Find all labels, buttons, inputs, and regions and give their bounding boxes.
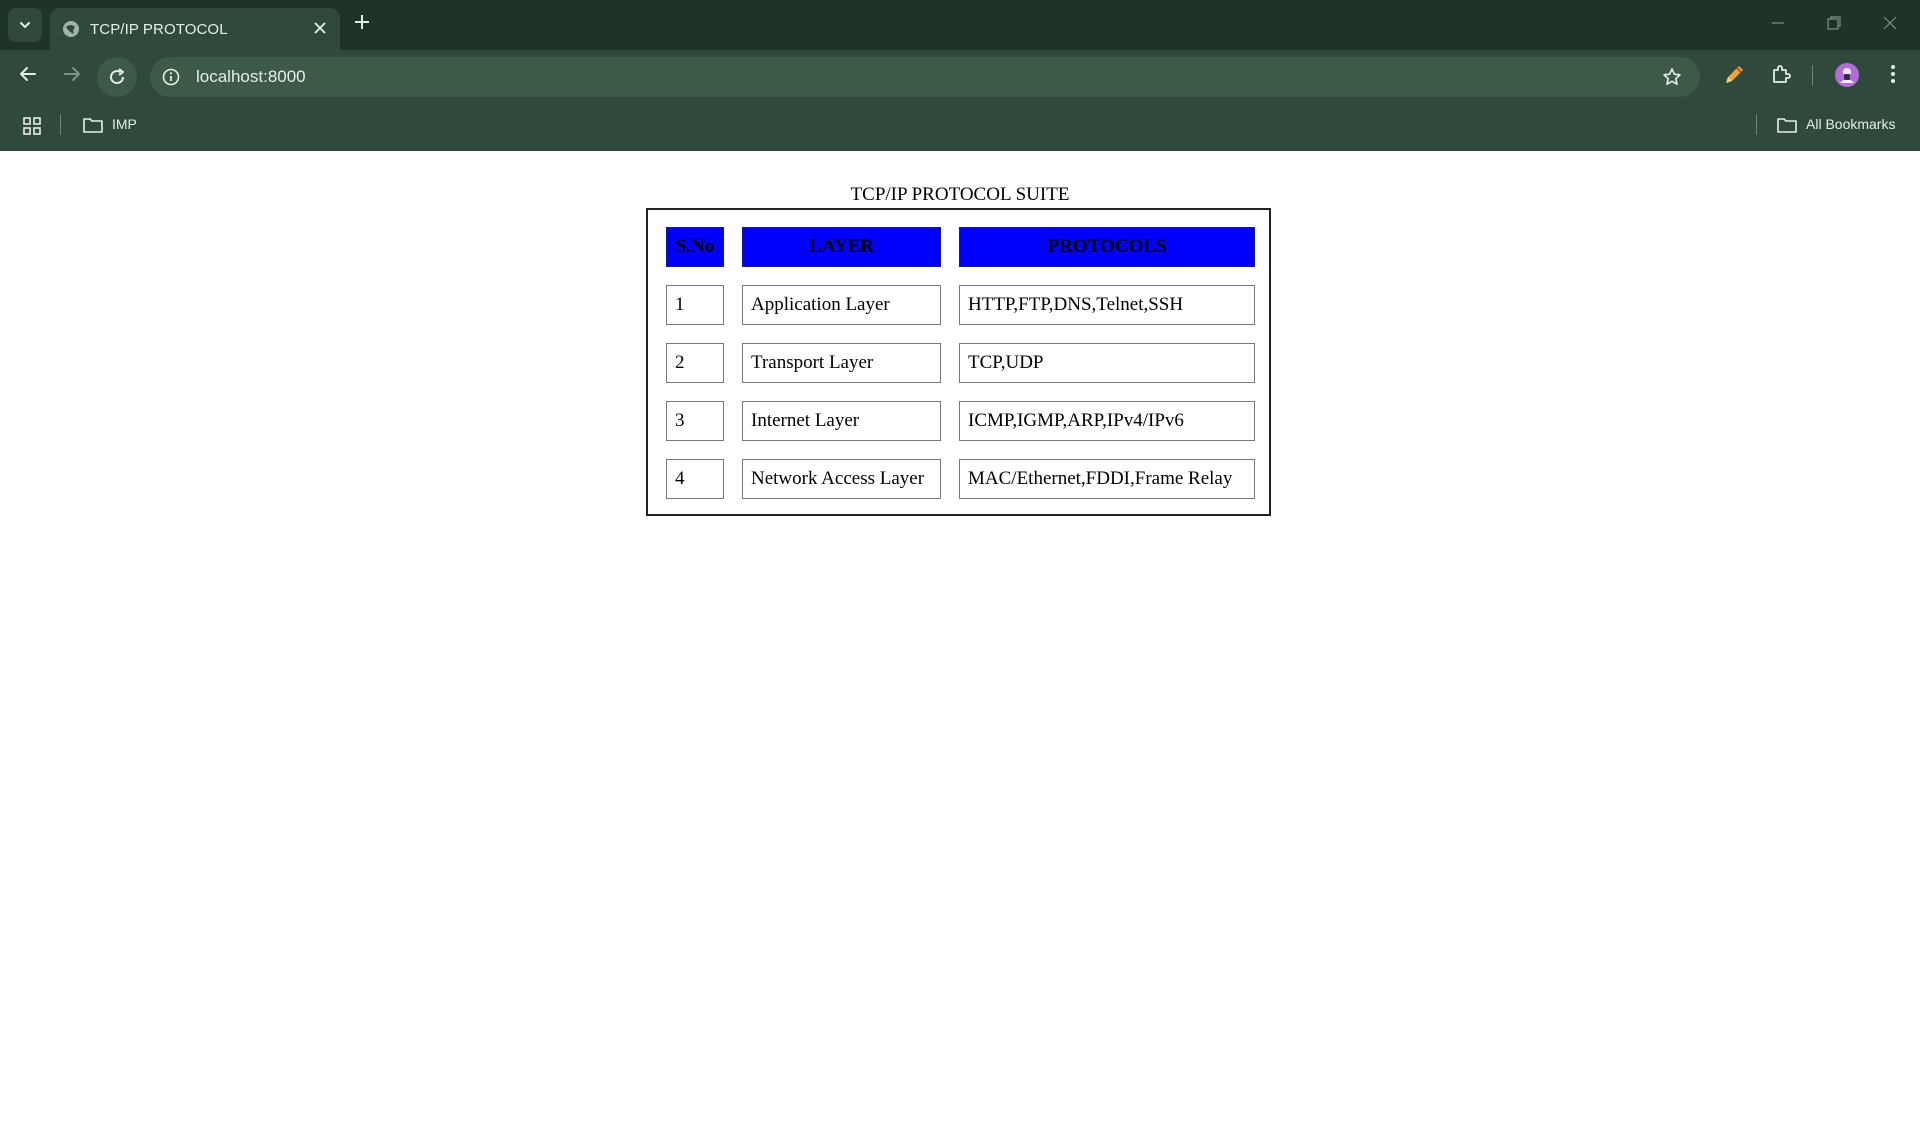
plus-icon[interactable] xyxy=(353,13,371,31)
chevron-down-icon xyxy=(20,22,30,29)
header-sno: S.No xyxy=(666,227,724,267)
globe-icon xyxy=(63,21,79,37)
all-bookmarks-button[interactable]: All Bookmarks xyxy=(1776,100,1916,151)
toolbar-divider xyxy=(1812,65,1813,85)
close-icon[interactable] xyxy=(312,20,328,36)
address-bar[interactable]: localhost:8000 xyxy=(150,57,1700,97)
active-tab[interactable]: TCP/IP PROTOCOL xyxy=(50,8,340,50)
cell-protocols: HTTP,FTP,DNS,Telnet,SSH xyxy=(959,285,1255,325)
browser-toolbar: localhost:8000 xyxy=(0,50,1920,100)
cell-layer: Internet Layer xyxy=(742,401,941,441)
cell-layer: Application Layer xyxy=(742,285,941,325)
all-bookmarks-label: All Bookmarks xyxy=(1806,116,1896,132)
reload-icon xyxy=(110,68,125,85)
protocol-table: S.No LAYER PROTOCOLS 1 Application Layer… xyxy=(646,208,1271,516)
bookmark-folder-imp[interactable]: IMP xyxy=(80,100,150,151)
pencil-icon[interactable] xyxy=(1722,63,1746,87)
kebab-menu-icon[interactable] xyxy=(1882,63,1904,85)
bookmark-folder-label: IMP xyxy=(112,116,137,132)
tab-strip: TCP/IP PROTOCOL xyxy=(0,0,1920,50)
restore-icon[interactable] xyxy=(1825,14,1843,32)
profile-icon[interactable] xyxy=(1834,62,1860,88)
cell-protocols: ICMP,IGMP,ARP,IPv4/IPv6 xyxy=(959,401,1255,441)
cell-sno: 2 xyxy=(666,343,724,383)
bookmarks-bar: IMP All Bookmarks xyxy=(0,100,1920,151)
table-caption: TCP/IP PROTOCOL SUITE xyxy=(850,184,1070,205)
cell-layer: Transport Layer xyxy=(742,343,941,383)
info-icon[interactable] xyxy=(162,68,180,86)
header-layer: LAYER xyxy=(742,227,941,267)
cell-sno: 3 xyxy=(666,401,724,441)
star-icon[interactable] xyxy=(1662,67,1682,87)
header-protocols: PROTOCOLS xyxy=(959,227,1255,267)
back-arrow-icon[interactable] xyxy=(17,63,39,85)
tab-search-button[interactable] xyxy=(8,8,42,42)
reload-button[interactable] xyxy=(97,57,137,97)
folder-icon xyxy=(1777,118,1797,133)
puzzle-icon[interactable] xyxy=(1770,63,1792,85)
cell-protocols: TCP,UDP xyxy=(959,343,1255,383)
cell-layer: Network Access Layer xyxy=(742,459,941,499)
bookmarks-right-divider xyxy=(1756,115,1757,135)
page-content: TCP/IP PROTOCOL SUITE S.No LAYER PROTOCO… xyxy=(0,151,1920,1140)
forward-arrow-icon[interactable] xyxy=(61,63,83,85)
apps-grid-icon[interactable] xyxy=(22,116,42,136)
window-close-icon[interactable] xyxy=(1881,14,1899,32)
cell-protocols: MAC/Ethernet,FDDI,Frame Relay xyxy=(959,459,1255,499)
bookmarks-divider xyxy=(60,115,61,135)
tab-title: TCP/IP PROTOCOL xyxy=(90,21,228,38)
folder-icon xyxy=(83,118,103,133)
cell-sno: 4 xyxy=(666,459,724,499)
cell-sno: 1 xyxy=(666,285,724,325)
url-text[interactable]: localhost:8000 xyxy=(196,67,306,87)
minimize-icon[interactable] xyxy=(1769,14,1787,32)
